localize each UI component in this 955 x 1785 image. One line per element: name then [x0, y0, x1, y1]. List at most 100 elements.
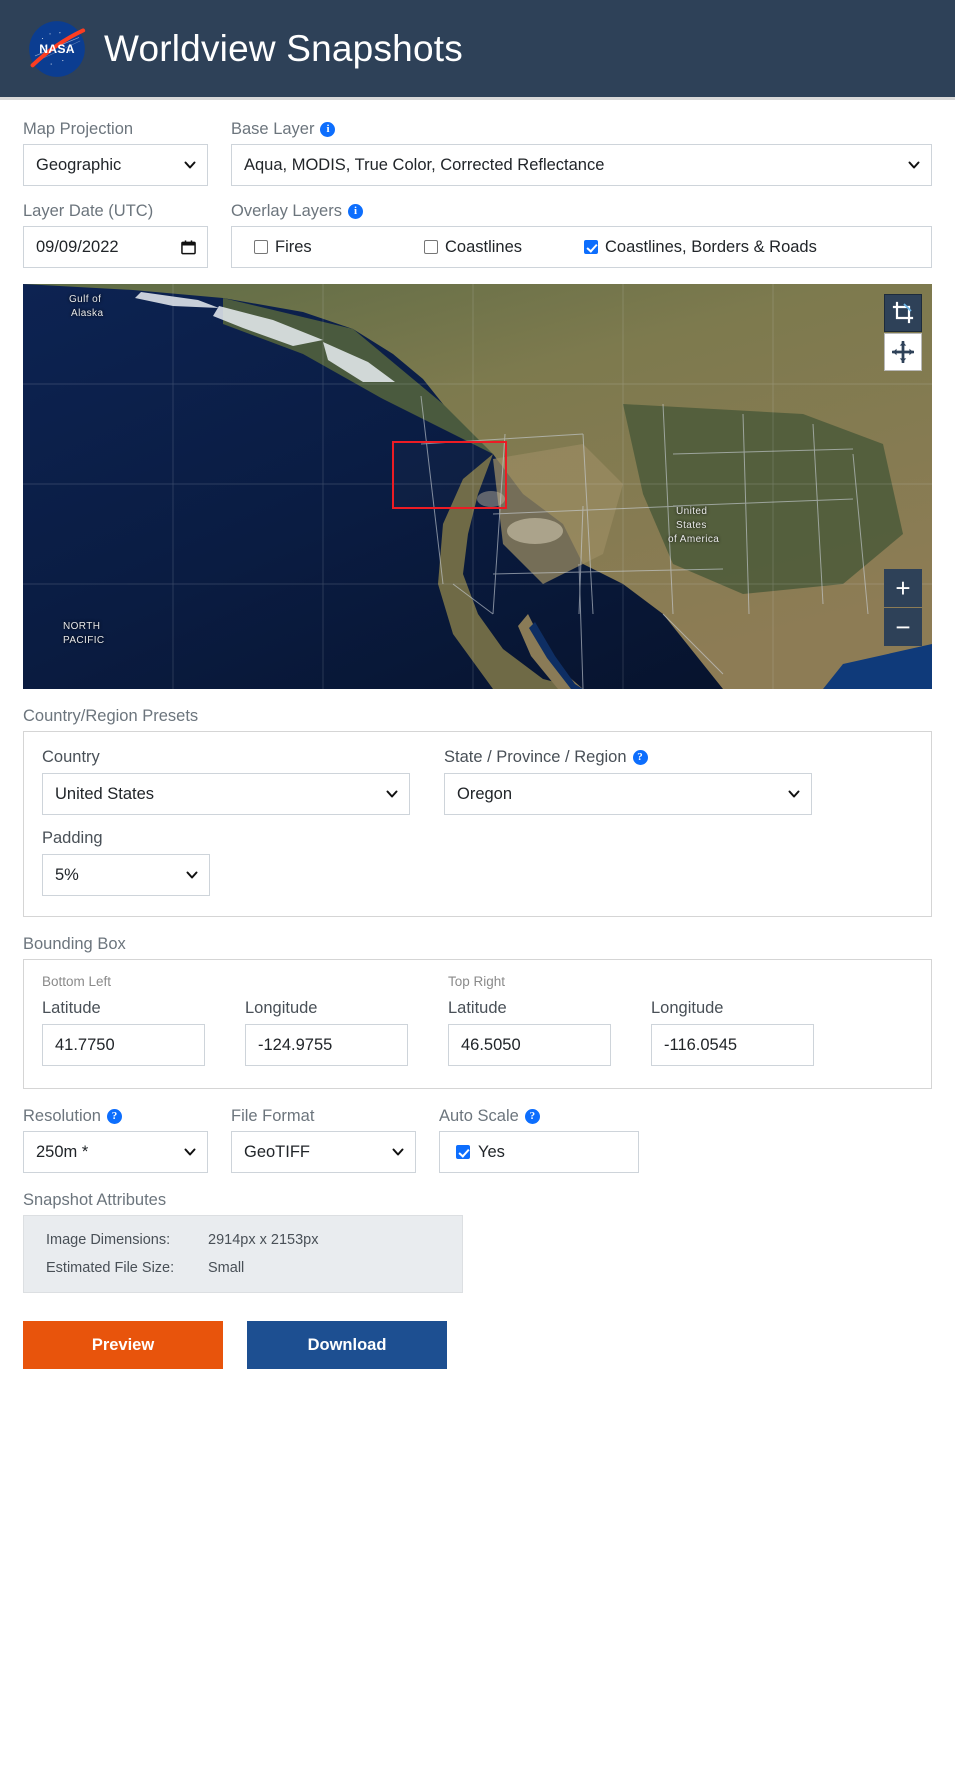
pan-tool-button[interactable] [884, 333, 922, 372]
auto-scale-checkbox-label: Yes [478, 1142, 505, 1161]
base-layer-group: Base Layer i Aqua, MODIS, True Color, Co… [231, 120, 932, 187]
resolution-select[interactable]: 250m * [23, 1131, 208, 1174]
layer-date-label-text: Layer Date (UTC) [23, 202, 154, 221]
download-button[interactable]: Download [247, 1321, 447, 1370]
padding-label-text: Padding [42, 829, 103, 848]
state-label-text: State / Province / Region [444, 748, 627, 767]
bbox-bl-latitude-group: Latitude 41.7750 [42, 999, 245, 1067]
bbox-tr-latitude-group: Latitude 46.5050 [448, 999, 651, 1067]
estimated-file-size-value: Small [208, 1260, 245, 1277]
country-group: Country United States [42, 748, 410, 816]
layer-date-input[interactable]: 09/09/2022 [23, 226, 208, 269]
projection-baselayer-row: Map Projection Geographic Base Layer i A… [23, 120, 932, 187]
help-icon[interactable]: ? [106, 1108, 122, 1124]
base-layer-label: Base Layer i [231, 120, 932, 138]
overlay-layers-group: Overlay Layers i Fires Coastlines Coastl… [231, 202, 932, 269]
info-icon[interactable]: i [320, 121, 336, 137]
padding-group: Padding 5% [42, 829, 210, 897]
map-projection-group: Map Projection Geographic [23, 120, 208, 187]
state-label: State / Province / Region ? [444, 748, 812, 767]
layer-date-group: Layer Date (UTC) 09/09/2022 [23, 202, 208, 269]
attribute-row-image-dimensions: Image Dimensions: 2914px x 2153px [46, 1232, 440, 1248]
country-select[interactable]: United States [42, 773, 410, 816]
bbox-bl-longitude-input[interactable]: -124.9755 [245, 1024, 408, 1067]
map-viewport[interactable]: Gulf of Alaska United States of America … [23, 284, 932, 690]
zoom-out-button[interactable]: − [884, 608, 922, 647]
map-projection-label: Map Projection [23, 120, 208, 138]
bounding-box-panel: Bottom Left Top Right Latitude 41.7750 L… [23, 959, 932, 1090]
base-layer-label-text: Base Layer [231, 120, 315, 138]
layer-date-input-wrap[interactable]: 09/09/2022 [23, 226, 208, 269]
file-format-select-wrap[interactable]: GeoTIFF [231, 1131, 416, 1174]
help-icon[interactable]: ? [524, 1108, 540, 1124]
padding-select-wrap[interactable]: 5% [42, 854, 210, 897]
bbox-fields-row: Latitude 41.7750 Longitude -124.9755 Lat… [42, 999, 913, 1067]
bbox-tr-longitude-group: Longitude -116.0545 [651, 999, 854, 1067]
app-header: NASA Worldview Snapshots [0, 0, 955, 100]
resolution-select-wrap[interactable]: 250m * [23, 1131, 208, 1174]
file-format-label: File Format [231, 1107, 416, 1125]
svg-text:NASA: NASA [39, 42, 75, 56]
image-dimensions-key: Image Dimensions: [46, 1232, 171, 1249]
crop-icon [892, 302, 914, 324]
snapshot-attributes-box: Image Dimensions: 2914px x 2153px Estima… [23, 1215, 463, 1294]
file-format-group: File Format GeoTIFF [231, 1107, 416, 1174]
move-arrows-icon [892, 341, 914, 364]
padding-label: Padding [42, 829, 210, 848]
estimated-file-size-key: Estimated File Size: [46, 1260, 175, 1277]
state-select[interactable]: Oregon [444, 773, 812, 816]
resolution-label: Resolution ? [23, 1107, 208, 1125]
auto-scale-label-text: Auto Scale [439, 1107, 519, 1126]
file-format-label-text: File Format [231, 1107, 315, 1126]
selection-bounding-box[interactable] [392, 441, 507, 510]
date-overlay-row: Layer Date (UTC) 09/09/2022 Overlay Laye… [23, 202, 932, 269]
checkbox-checked-icon[interactable] [584, 240, 598, 255]
overlay-layers-checkbox-group: Fires Coastlines Coastlines, Borders & R… [231, 226, 932, 269]
base-layer-select-wrap[interactable]: Aqua, MODIS, True Color, Corrected Refle… [231, 144, 932, 187]
bbox-bl-longitude-label: Longitude [245, 999, 318, 1018]
overlay-checkbox-coastlines[interactable]: Coastlines [424, 238, 584, 257]
overlay-checkbox-coastlines-borders-roads[interactable]: Coastlines, Borders & Roads [584, 238, 817, 257]
action-buttons: Preview Download [23, 1321, 932, 1395]
state-group: State / Province / Region ? Oregon [444, 748, 812, 816]
bottom-left-label: Bottom Left [42, 974, 112, 990]
bounding-box-section-label: Bounding Box [23, 935, 126, 954]
help-icon[interactable]: ? [632, 750, 648, 766]
file-format-select[interactable]: GeoTIFF [231, 1131, 416, 1174]
overlay-checkbox-coastlines-borders-roads-label: Coastlines, Borders & Roads [605, 237, 817, 256]
overlay-checkbox-coastlines-label: Coastlines [445, 237, 523, 256]
resolution-label-text: Resolution [23, 1107, 101, 1126]
base-layer-select[interactable]: Aqua, MODIS, True Color, Corrected Refle… [231, 144, 932, 187]
attribute-row-estimated-file-size: Estimated File Size: Small [46, 1260, 440, 1276]
bbox-tr-longitude-label: Longitude [651, 999, 724, 1018]
bbox-tr-longitude-input[interactable]: -116.0545 [651, 1024, 814, 1067]
padding-select[interactable]: 5% [42, 854, 210, 897]
map-projection-select[interactable]: Geographic [23, 144, 208, 187]
checkbox-icon[interactable] [424, 240, 438, 255]
overlay-layers-label-text: Overlay Layers [231, 202, 342, 221]
snapshot-attributes-section-label: Snapshot Attributes [23, 1191, 167, 1210]
image-dimensions-value: 2914px x 2153px [208, 1232, 319, 1249]
layer-date-label: Layer Date (UTC) [23, 202, 208, 220]
crop-tool-button[interactable] [884, 294, 922, 333]
auto-scale-checkbox[interactable]: Yes [439, 1131, 639, 1174]
preview-button[interactable]: Preview [23, 1321, 223, 1370]
country-select-wrap[interactable]: United States [42, 773, 410, 816]
bbox-tr-latitude-input[interactable]: 46.5050 [448, 1024, 611, 1067]
auto-scale-label: Auto Scale ? [439, 1107, 639, 1125]
bbox-bl-longitude-group: Longitude -124.9755 [245, 999, 448, 1067]
output-options-row: Resolution ? 250m * File Format GeoTIFF [23, 1107, 932, 1174]
map-projection-select-wrap[interactable]: Geographic [23, 144, 208, 187]
bbox-bl-latitude-input[interactable]: 41.7750 [42, 1024, 205, 1067]
nasa-meatball-logo: NASA [29, 20, 86, 77]
auto-scale-group: Auto Scale ? Yes [439, 1107, 639, 1174]
checkbox-icon[interactable] [254, 240, 268, 255]
checkbox-checked-icon[interactable] [456, 1145, 470, 1160]
overlay-checkbox-fires[interactable]: Fires [254, 238, 424, 257]
country-label-text: Country [42, 748, 100, 767]
overlay-checkbox-fires-label: Fires [275, 237, 312, 256]
map-projection-label-text: Map Projection [23, 120, 134, 138]
state-select-wrap[interactable]: Oregon [444, 773, 812, 816]
info-icon[interactable]: i [347, 203, 363, 219]
zoom-in-button[interactable]: + [884, 569, 922, 608]
